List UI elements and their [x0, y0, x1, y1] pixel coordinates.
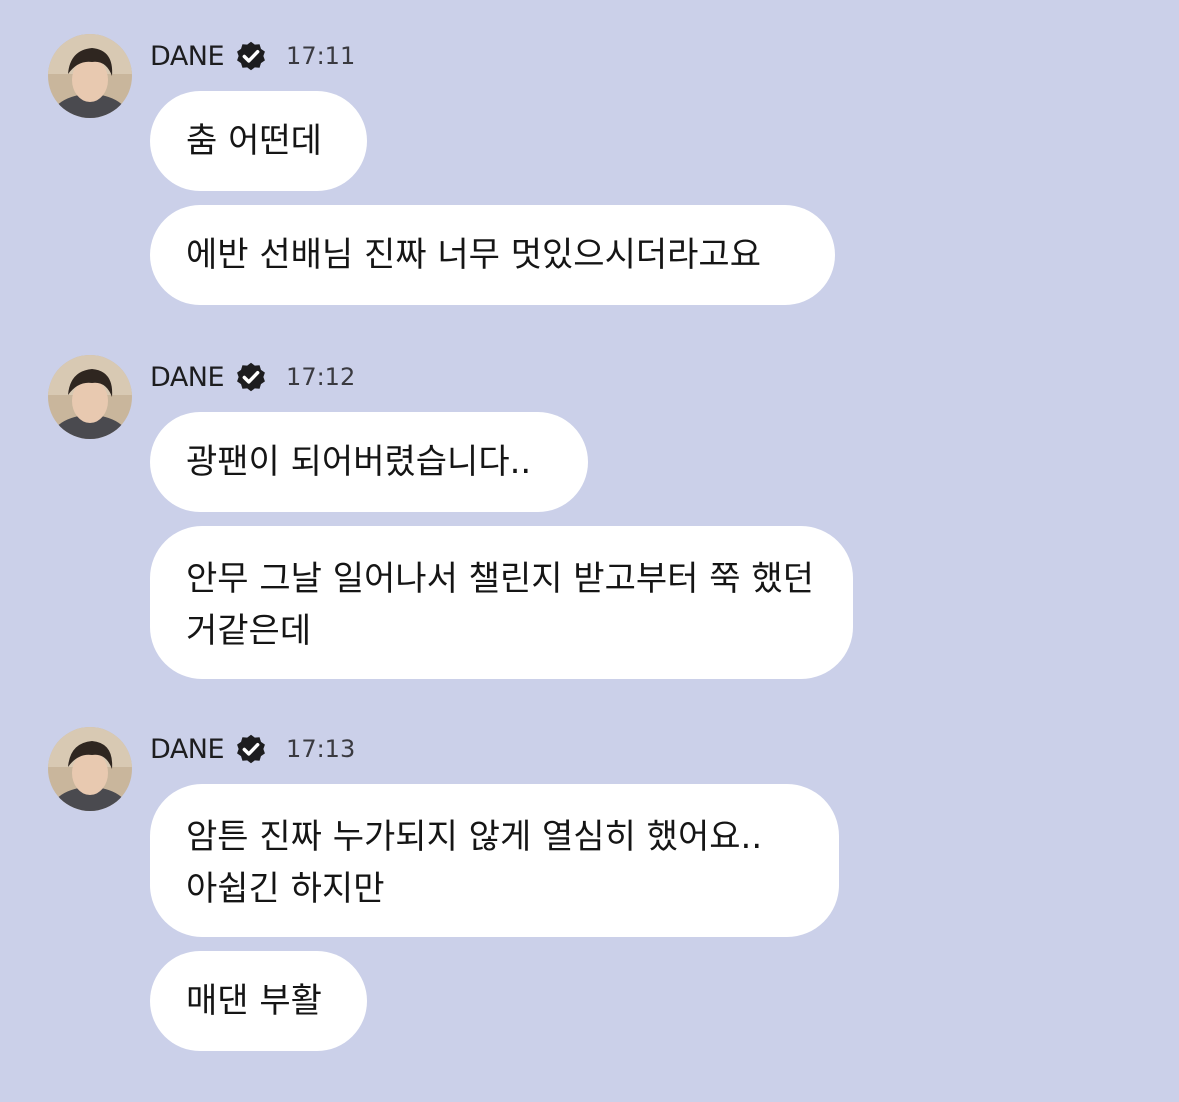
- message-text: 에반 선배님 진짜 너무 멋있으시더라고요: [186, 235, 761, 275]
- message-bubble[interactable]: 광팬이 되어버렸습니다..: [150, 412, 588, 512]
- timestamp: 17:11: [286, 42, 356, 70]
- message-header: DANE 17:11: [150, 36, 355, 76]
- sender-name[interactable]: DANE: [150, 734, 225, 765]
- sender-name[interactable]: DANE: [150, 41, 225, 72]
- timestamp: 17:12: [286, 363, 356, 391]
- message-text: 춤 어떤데: [186, 121, 322, 161]
- timestamp: 17:13: [286, 735, 356, 763]
- message-text: 암튼 진짜 누가되지 않게 열심히 했어요.. 아쉽긴 하지만: [186, 817, 763, 909]
- message-bubble[interactable]: 에반 선배님 진짜 너무 멋있으시더라고요: [150, 205, 835, 305]
- message-bubble[interactable]: 암튼 진짜 누가되지 않게 열심히 했어요.. 아쉽긴 하지만: [150, 784, 839, 937]
- avatar[interactable]: [48, 727, 132, 811]
- message-bubble[interactable]: 춤 어떤데: [150, 91, 367, 191]
- message-bubble[interactable]: 매댄 부활: [150, 951, 367, 1051]
- avatar[interactable]: [48, 355, 132, 439]
- verified-badge-icon: [232, 358, 270, 396]
- message-text: 광팬이 되어버렸습니다..: [186, 442, 532, 482]
- message-text: 매댄 부활: [186, 981, 322, 1021]
- verified-badge-icon: [232, 730, 270, 768]
- message-header: DANE 17:13: [150, 729, 355, 769]
- message-bubble[interactable]: 안무 그날 일어나서 챌린지 받고부터 쭉 했던거같은데: [150, 526, 853, 679]
- verified-badge-icon: [232, 37, 270, 75]
- avatar[interactable]: [48, 34, 132, 118]
- sender-name[interactable]: DANE: [150, 362, 225, 393]
- message-text: 안무 그날 일어나서 챌린지 받고부터 쭉 했던거같은데: [186, 559, 814, 651]
- message-header: DANE 17:12: [150, 357, 355, 397]
